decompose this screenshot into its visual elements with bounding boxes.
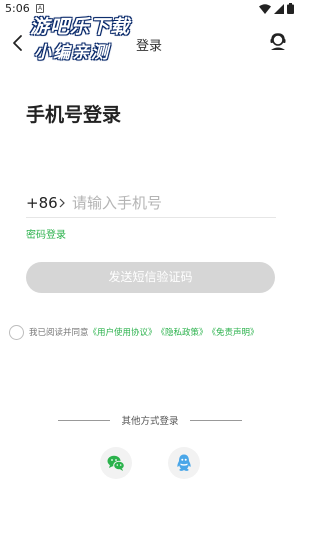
- back-button[interactable]: [10, 33, 28, 53]
- customer-service-button[interactable]: [268, 32, 288, 52]
- user-agreement-link[interactable]: 《用户使用协议》: [89, 326, 157, 338]
- battery-icon: [287, 3, 294, 14]
- watermark-line-2: 小编亲测: [34, 43, 110, 63]
- disclaimer-link[interactable]: 《免责声明》: [208, 326, 259, 338]
- nav-title: 登录: [136, 39, 163, 54]
- qq-icon: [177, 454, 191, 471]
- country-code-selector[interactable]: +86: [26, 194, 58, 212]
- divider-line-right: [190, 420, 242, 421]
- watermark-logo: 游吧乐下载 小编亲测: [20, 12, 150, 68]
- status-icons: [259, 3, 294, 14]
- phone-number-input[interactable]: [72, 192, 272, 214]
- phone-input-row: +86: [26, 190, 276, 218]
- send-sms-code-button[interactable]: 发送短信验证码: [26, 262, 275, 293]
- signal-icon: [274, 3, 284, 14]
- page-title: 手机号登录: [26, 104, 122, 126]
- qq-login-button[interactable]: [168, 447, 200, 479]
- password-login-link[interactable]: 密码登录: [26, 226, 66, 241]
- agreement-prefix: 我已阅读并同意: [29, 328, 89, 338]
- agreement-checkbox[interactable]: [9, 324, 24, 340]
- wechat-icon: [107, 455, 125, 471]
- agreement-row: 我已阅读并同意 《用户使用协议》 《隐私政策》 《免责声明》: [9, 323, 259, 341]
- wifi-icon: [259, 3, 271, 14]
- customer-service-icon: [270, 33, 286, 50]
- wechat-login-button[interactable]: [100, 447, 132, 479]
- back-arrow-icon: [13, 35, 22, 51]
- watermark-line-1: 游吧乐下载: [30, 16, 131, 38]
- other-login-divider: 其他方式登录: [58, 413, 242, 427]
- chevron-right-icon[interactable]: [57, 198, 67, 208]
- privacy-policy-link[interactable]: 《隐私政策》: [157, 326, 208, 338]
